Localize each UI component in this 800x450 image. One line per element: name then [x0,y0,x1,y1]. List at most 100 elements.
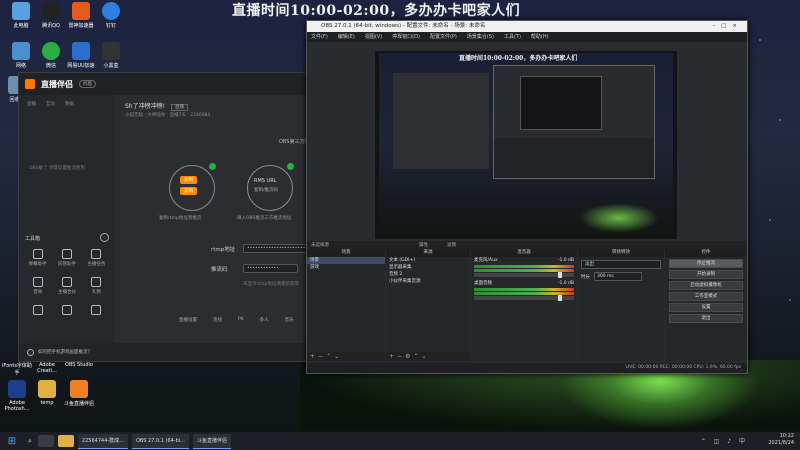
tool-tasks[interactable]: 主播任务 [82,249,111,267]
copy-rtmp-button[interactable]: 复制 [180,176,197,184]
start-recording-button[interactable]: 开始录制 [669,270,743,279]
menu-scene-collection[interactable]: 场景集合(S) [467,32,494,42]
source-item[interactable]: 小伙伴采集音源 [386,278,470,285]
close-icon[interactable]: × [732,23,743,29]
properties-button[interactable]: 属性 [419,242,428,248]
minimize-icon[interactable]: – [712,23,721,29]
action-link[interactable]: 连线 [213,317,222,323]
task-view-icon[interactable] [37,435,54,447]
taskbar-app-group[interactable]: 22564744-群成... [77,433,128,449]
slider-handle[interactable] [558,272,562,278]
scene-item[interactable]: 场景 [307,257,385,264]
filters-button[interactable]: 滤镜 [447,242,456,248]
action-music[interactable]: 音乐 [285,317,294,323]
duration-input[interactable]: 300 ms [594,272,642,281]
up-icon[interactable]: ⌃ [326,353,334,360]
desktop-icon-ifonts[interactable]: iFonts字体助手 [0,362,34,376]
copy-key-button[interactable]: 复制 [180,187,197,195]
action-multi[interactable]: 多人 [260,317,269,323]
mixer-header: 混音器 [471,249,577,257]
clock[interactable]: 10:22 2021/8/24 [768,433,794,447]
preview-obs-window [493,65,655,179]
tool-sound[interactable]: 音效 [23,277,52,295]
zhibo-logo-icon [25,79,35,89]
tool-8[interactable] [52,305,81,317]
desktop-icon-qq[interactable]: 腾讯QQ [34,2,68,29]
file-explorer-icon[interactable] [57,435,74,447]
zhibo-badge[interactable]: 抖版 [79,80,96,88]
tool-room-admin[interactable]: 房管助手 [52,249,81,267]
zhibo-tab-interact[interactable]: 互动 [46,101,55,107]
menu-view[interactable]: 视图(V) [365,32,382,42]
start-button[interactable]: ⊞ [0,436,24,447]
desktop-icon-network[interactable]: 网络 [4,42,38,69]
step-circle-copy: 复制 复制 [169,165,215,211]
stream-key-field[interactable]: •••••••••••• [243,264,298,273]
rms-url-label: RMS URL [254,178,277,184]
taskbar-app-douyu[interactable]: 斗鱼直播伴侣 [192,433,231,449]
obs-preview[interactable]: 直播时间10:00-02:00，多办办卡吧家人们 [375,51,677,239]
scene-item[interactable]: 游戏 [307,264,385,271]
down-icon[interactable]: ⌄ [334,353,342,360]
mixer-panel: 混音器 麦克风/Aux -1.0 dB 桌面音频 -1.0 dB [471,249,577,361]
desktop-icon-dingtalk[interactable]: 钉钉 [94,2,128,29]
action-pk[interactable]: PK [238,317,244,323]
menu-tools[interactable]: 工具(T) [504,32,521,42]
desktop-icon-adobe-cc[interactable]: Adobe Creati... [30,362,64,374]
remove-icon[interactable]: − [397,353,405,360]
toolbox-title: 工具箱 [25,236,41,242]
desktop-icon-this-pc[interactable]: 此电脑 [4,2,38,29]
action-live-settings[interactable]: 直播设置 [179,317,197,323]
tool-danmu[interactable]: 弹幕助手 [23,249,52,267]
sources-panel: 来源 文本 (GDI+) 显示器采集 音频 2 小伙伴采集音源 +−⚙⌃⌄ [386,249,470,361]
desktop-icon-uu[interactable]: 网易UU加速 [64,42,98,69]
virtual-camera-button[interactable]: 启动虚拟摄像机 [669,281,743,290]
desktop-icon-douyu[interactable]: 斗鱼直播伴侣 [62,380,96,407]
toolbox-settings-icon[interactable] [100,233,109,242]
zhibo-tab-data[interactable]: 数据 [65,101,74,107]
volume-slider[interactable] [474,272,574,278]
taskbar-app-obs[interactable]: OBS 27.0.1 (64-bi... [131,433,189,449]
zhibo-tab-live[interactable]: 直播 [27,101,36,107]
remove-icon[interactable]: − [318,353,326,360]
maximize-icon[interactable]: □ [721,23,732,29]
sources-footer: +−⚙⌃⌄ [386,352,470,361]
tool-partner[interactable]: 主播合伙 [52,277,81,295]
menu-docks[interactable]: 停靠窗口(D) [392,32,420,42]
source-item[interactable]: 显示器采集 [386,264,470,271]
tool-gift[interactable]: 礼物 [82,277,111,295]
tool-9[interactable] [82,305,111,317]
transition-select[interactable]: 淡出 [581,260,661,269]
exit-button[interactable]: 退出 [669,314,743,323]
studio-mode-button[interactable]: 工作室模式 [669,292,743,301]
menu-edit[interactable]: 编辑(E) [338,32,355,42]
stop-streaming-button[interactable]: 停止推流 [669,259,743,268]
system-tray-icons[interactable]: ⌃ ◫ ♪ 中 [701,436,748,445]
menu-file[interactable]: 文件(F) [311,32,328,42]
search-icon[interactable]: ⌕ [28,437,32,446]
desktop-icon-leishen[interactable]: 雷神加速器 [64,2,98,29]
down-icon[interactable]: ⌄ [421,353,429,360]
source-item[interactable]: 文本 (GDI+) [386,257,470,264]
stream-title[interactable]: Sh了冲榜冲榜! [125,103,165,110]
desktop-icon-wechat[interactable]: 微信 [34,42,68,69]
stream-title-badge: 直播 [170,104,188,111]
tool-7[interactable] [23,305,52,317]
settings-button[interactable]: 设置 [669,303,743,312]
menu-profile[interactable]: 配置文件(P) [430,32,457,42]
step-left-caption: 复制rtmp地址到推流 [159,216,202,221]
step-2-badge [287,163,294,170]
desktop-icon-photoshop[interactable]: Adobe Photosh... [0,380,34,412]
menu-help[interactable]: 帮助(H) [531,32,549,42]
slider-handle[interactable] [558,295,562,301]
desktop-icon-temp[interactable]: temp [30,380,64,406]
add-icon[interactable]: + [310,353,318,360]
volume-slider[interactable] [474,295,574,301]
zhibo-bottom-notice[interactable]: 如何把手机游戏画面推流？ [19,343,321,361]
source-item[interactable]: 音频 2 [386,271,470,278]
add-icon[interactable]: + [389,353,397,360]
desktop-icon-xiaoheihe[interactable]: 小黑盒 [94,42,128,69]
desktop-icon-obs[interactable]: OBS Studio [62,362,96,368]
obs-docks: 场景 场景 游戏 +−⌃⌄ 来源 文本 (GDI+) 显示器采集 音频 2 小伙… [307,249,747,361]
volume-meter [474,288,574,291]
